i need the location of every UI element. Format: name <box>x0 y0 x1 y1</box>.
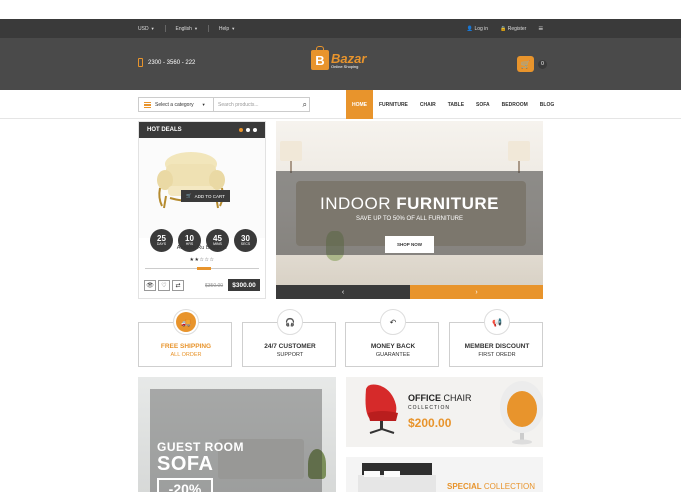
red-chair-image <box>365 384 398 434</box>
armchair-image <box>157 152 225 209</box>
chevron-right-icon: › <box>475 288 478 296</box>
divider <box>164 25 166 32</box>
logo-name: Bazar <box>331 50 367 66</box>
feature-subtitle: FIRST OREDR <box>478 352 516 358</box>
feature-support: 🎧 24/7 CUSTOMER SUPPORT <box>242 309 336 367</box>
logo[interactable]: B Bazar Online Shoping <box>311 46 367 70</box>
slider-next-button[interactable]: › <box>410 285 543 299</box>
product-image[interactable]: 🛒 ADD TO CART 25 DAYS 10 HRS 45 MINS 30 SECS <box>139 138 265 252</box>
list-icon <box>144 101 151 108</box>
guest-room-sofa-banner[interactable]: GUEST ROOM SOFA -20% <box>138 377 336 492</box>
cart-count-badge: 0 <box>538 59 547 69</box>
category-select[interactable]: Select a category ▼ <box>138 97 214 112</box>
headset-icon: 🎧 <box>285 317 295 327</box>
office-chair-banner[interactable]: OFFICE CHAIR COLLECTION $200.00 <box>346 377 543 447</box>
price-badge: $300.00 <box>228 279 260 291</box>
feature-subtitle: GUARANTEE <box>375 352 411 358</box>
top-bar: USD ▼ English ▼ Help ▼ 👤 Log in 🔒 Register … <box>0 19 681 38</box>
feature-title: FREE SHIPPING <box>160 343 212 350</box>
feature-title: MEMBER DISCOUNT <box>464 343 530 350</box>
nav-item-blog[interactable]: BLOG <box>534 90 560 119</box>
truck-icon: 🚚 <box>176 312 196 332</box>
phone-number: 2300 - 3560 - 222 <box>148 59 196 66</box>
feature-subtitle: SUPPORT <box>276 352 304 358</box>
carousel-dot[interactable] <box>253 128 257 132</box>
nav-row: Select a category ▼ Search products... ⌕… <box>0 90 681 119</box>
feature-money-back: ↶ MONEY BACK GUARANTEE <box>345 309 439 367</box>
carousel-dot[interactable] <box>246 128 250 132</box>
phone-icon <box>138 58 143 67</box>
user-icon: 👤 <box>466 25 474 32</box>
hot-deals-panel: HOT DEALS 🛒 ADD TO CART 25 DAYS 10 HRS 4… <box>138 121 266 299</box>
search-icon[interactable]: ⌕ <box>303 100 307 110</box>
product-name[interactable]: Aenean Ru Bristique <box>139 245 265 251</box>
wishlist-heart-icon[interactable]: ♡ <box>158 280 170 291</box>
nav-item-sofa[interactable]: SOFA <box>470 90 496 119</box>
bed-image <box>358 463 436 492</box>
search-input[interactable]: Search products... ⌕ <box>214 97 310 112</box>
compare-icon[interactable]: ⇄ <box>172 280 184 291</box>
feature-free-shipping: 🚚 FREE SHIPPING ALL ORDER <box>138 309 232 367</box>
nav-item-home[interactable]: HOME <box>346 90 373 119</box>
nav-item-chair[interactable]: CHAIR <box>414 90 442 119</box>
lamp-image <box>508 141 530 173</box>
banner-title: SPECIAL COLLECTION <box>447 482 536 491</box>
special-collection-banner[interactable]: SPECIAL COLLECTION <box>346 457 543 492</box>
slide-subtitle: SAVE UP TO 50% OF ALL FURNITURE <box>355 216 464 222</box>
feature-title: 24/7 CUSTOMER <box>264 343 316 350</box>
page: USD ▼ English ▼ Help ▼ 👤 Log in 🔒 Register … <box>0 0 681 492</box>
header: 2300 - 3560 - 222 B Bazar Online Shoping <box>0 38 681 90</box>
discount-badge: -20% <box>157 478 213 492</box>
nav-item-table[interactable]: TABLE <box>442 90 470 119</box>
lock-icon: 🔒 <box>500 25 507 32</box>
shopping-bag-icon: B <box>311 46 329 70</box>
lamp-image <box>280 141 302 173</box>
logo-tagline: Online Shoping <box>331 63 359 69</box>
carousel-dot[interactable] <box>239 128 243 132</box>
hero-slider: INDOOR FURNITURE SAVE UP TO 50% OF ALL F… <box>276 121 543 299</box>
old-price: $350.00 <box>205 283 224 289</box>
feature-title: MONEY BACK <box>370 343 416 350</box>
refund-icon: ↶ <box>389 317 397 327</box>
shop-now-button[interactable]: SHOP NOW <box>385 236 434 253</box>
hot-deals-title: HOT DEALS <box>147 127 182 133</box>
star-rating: ★★☆☆☆ <box>189 257 215 263</box>
banner-title-line2: SOFA <box>157 453 214 475</box>
help-dropdown[interactable]: Help ▼ <box>219 26 235 32</box>
cart-button[interactable]: 🛒 0 <box>517 56 547 72</box>
cart-icon: 🛒 <box>186 193 192 198</box>
language-dropdown[interactable]: English ▼ <box>176 26 198 32</box>
chevron-left-icon: ‹ <box>341 288 345 296</box>
login-link[interactable]: 👤 Log in <box>467 26 488 32</box>
add-to-cart-button[interactable]: 🛒 ADD TO CART <box>181 190 230 202</box>
currency-dropdown[interactable]: USD ▼ <box>138 26 155 32</box>
banner-price: $200.00 <box>408 416 452 430</box>
phone-contact: 2300 - 3560 - 222 <box>138 58 195 67</box>
feature-member-discount: 📢 MEMBER DISCOUNT FIRST OREDR <box>449 309 543 367</box>
cart-icon: 🛒 <box>517 56 534 72</box>
hamburger-menu-icon[interactable]: ≡ <box>538 24 543 33</box>
egg-chair-image <box>500 381 543 445</box>
carousel-dots <box>239 128 257 132</box>
divider <box>207 25 209 32</box>
nav-item-furniture[interactable]: FURNITURE <box>373 90 414 119</box>
quick-view-icon[interactable]: 👁 <box>144 280 156 291</box>
feature-subtitle: ALL ORDER <box>170 352 202 358</box>
stock-progress-bar <box>145 267 259 270</box>
banner-subtitle: COLLECTION <box>408 405 450 411</box>
nav-item-bedroom[interactable]: BEDROOM <box>496 90 534 119</box>
banner-title-line1: GUEST ROOM <box>157 440 245 454</box>
slide-title: INDOOR FURNITURE <box>320 194 499 213</box>
main-nav: HOME FURNITURE CHAIR TABLE SOFA BEDROOM … <box>346 90 560 119</box>
register-link[interactable]: 🔒 Register <box>500 26 526 32</box>
slider-prev-button[interactable]: ‹ <box>276 285 410 299</box>
megaphone-icon: 📢 <box>492 317 502 327</box>
banner-title: OFFICE CHAIR <box>408 393 472 403</box>
